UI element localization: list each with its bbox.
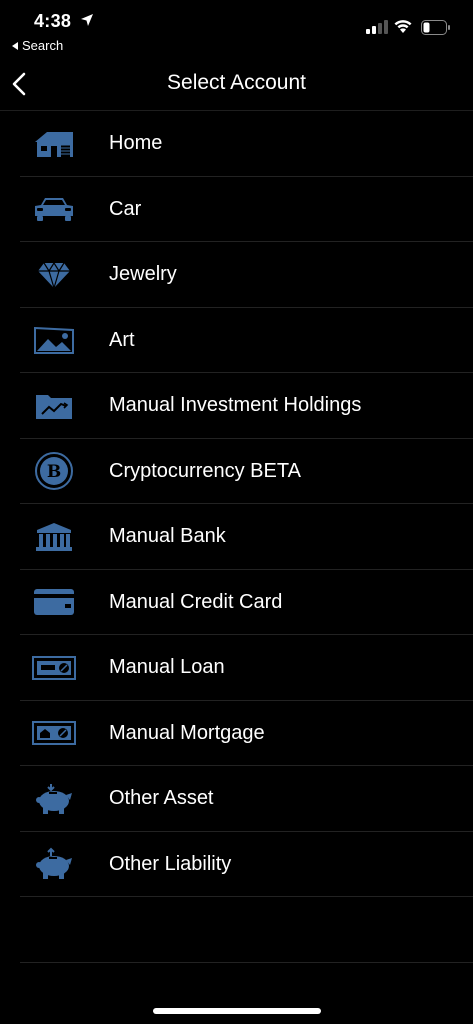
- account-label: Cryptocurrency BETA: [109, 459, 301, 482]
- account-label: Manual Bank: [109, 525, 226, 548]
- account-label: Manual Loan: [109, 656, 225, 679]
- mortgage-icon: [32, 713, 76, 753]
- account-row-art[interactable]: Art: [0, 308, 473, 374]
- account-row-car[interactable]: Car: [0, 177, 473, 243]
- account-type-list: Home Car Jewelry Art Manual Investment H…: [0, 111, 473, 963]
- account-label: Other Asset: [109, 787, 214, 810]
- account-row-manual-credit-card[interactable]: Manual Credit Card: [0, 570, 473, 636]
- account-label: Car: [109, 197, 142, 220]
- status-time: 4:38: [34, 11, 72, 31]
- loan-icon: [32, 648, 76, 688]
- diamond-icon: [32, 255, 76, 295]
- battery-icon: [421, 20, 450, 35]
- credit-card-icon: [32, 582, 76, 622]
- page-title: Select Account: [167, 71, 306, 94]
- account-row-other-liability[interactable]: Other Liability: [0, 832, 473, 898]
- picture-icon: [32, 320, 76, 360]
- wifi-icon: [394, 20, 412, 33]
- account-label: Manual Credit Card: [109, 590, 283, 613]
- account-row-manual-loan[interactable]: Manual Loan: [0, 635, 473, 701]
- location-arrow-icon: [81, 14, 93, 26]
- account-row-cryptocurrency[interactable]: B Cryptocurrency BETA: [0, 439, 473, 505]
- account-label: Manual Investment Holdings: [109, 394, 362, 417]
- account-row-manual-investment-holdings[interactable]: Manual Investment Holdings: [0, 373, 473, 439]
- back-to-search-label: Search: [22, 38, 64, 53]
- home-indicator[interactable]: [153, 1008, 321, 1014]
- account-row-other-asset[interactable]: Other Asset: [0, 766, 473, 832]
- account-row-manual-bank[interactable]: Manual Bank: [0, 504, 473, 570]
- investment-folder-icon: [32, 386, 76, 426]
- account-row-home[interactable]: Home: [0, 111, 473, 177]
- account-label: Jewelry: [109, 263, 177, 286]
- house-icon: [32, 124, 76, 164]
- cellular-signal-icon: [366, 20, 388, 34]
- back-to-search-link[interactable]: Search: [12, 38, 63, 53]
- account-label: Art: [109, 328, 135, 351]
- account-label: Other Liability: [109, 852, 232, 875]
- piggy-bank-in-icon: [32, 779, 76, 819]
- account-row-manual-mortgage[interactable]: Manual Mortgage: [0, 701, 473, 767]
- back-triangle-icon: [12, 41, 18, 50]
- account-row-jewelry[interactable]: Jewelry: [0, 242, 473, 308]
- account-label: Home: [109, 132, 163, 155]
- status-bar: 4:38 Search: [0, 0, 473, 58]
- empty-list-row: [0, 897, 473, 963]
- piggy-bank-out-icon: [32, 844, 76, 884]
- svg-text:B: B: [47, 462, 61, 482]
- navigation-bar: Select Account: [0, 58, 473, 110]
- car-icon: [32, 189, 76, 229]
- bitcoin-icon: B: [32, 451, 76, 491]
- account-label: Manual Mortgage: [109, 721, 265, 744]
- bank-icon: [32, 517, 76, 557]
